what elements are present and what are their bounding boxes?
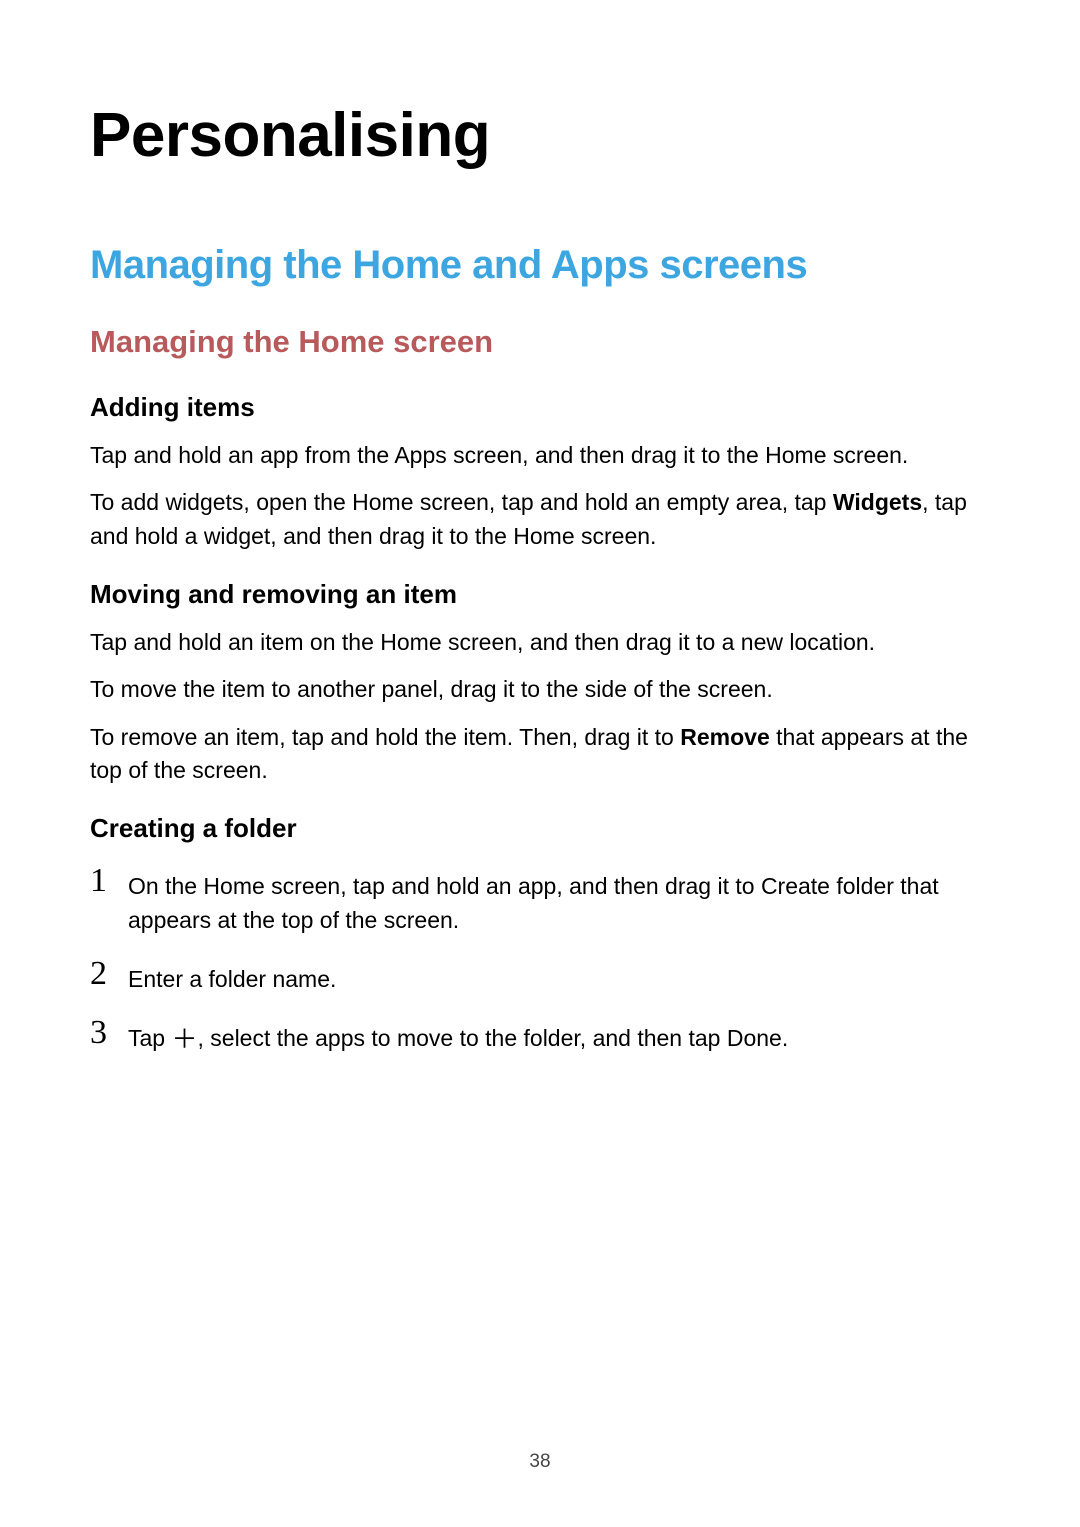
step-2-content: Enter a folder name. (128, 957, 990, 996)
folder-step-2: 2 Enter a folder name. (90, 957, 990, 996)
step-3-a: Tap (128, 1025, 171, 1051)
moving-p3: To remove an item, tap and hold the item… (90, 721, 990, 788)
folder-step-1: 1 On the Home screen, tap and hold an ap… (90, 864, 990, 937)
section-heading: Managing the Home and Apps screens (90, 243, 990, 288)
topic-adding-items-heading: Adding items (90, 392, 990, 423)
folder-step-3: 3 Tap ＋, select the apps to move to the … (90, 1016, 990, 1055)
step-number-3: 3 (90, 1016, 128, 1050)
folder-steps-list: 1 On the Home screen, tap and hold an ap… (90, 864, 990, 1055)
step-1-a: On the Home screen, tap and hold an app,… (128, 873, 761, 899)
adding-items-p1: Tap and hold an app from the Apps screen… (90, 439, 990, 472)
step-1-content: On the Home screen, tap and hold an app,… (128, 864, 990, 937)
page-title: Personalising (90, 100, 990, 171)
topic-moving-heading: Moving and removing an item (90, 579, 990, 610)
step-1-createfolder-bold: Create folder (761, 873, 894, 899)
moving-p2: To move the item to another panel, drag … (90, 673, 990, 706)
moving-p1: Tap and hold an item on the Home screen,… (90, 626, 990, 659)
step-3-content: Tap ＋, select the apps to move to the fo… (128, 1016, 990, 1055)
adding-items-p2-a: To add widgets, open the Home screen, ta… (90, 489, 833, 515)
moving-p3-a: To remove an item, tap and hold the item… (90, 724, 680, 750)
step-number-2: 2 (90, 957, 128, 991)
adding-items-p2: To add widgets, open the Home screen, ta… (90, 486, 990, 553)
step-3-b: , select the apps to move to the folder,… (198, 1025, 727, 1051)
step-number-1: 1 (90, 864, 128, 898)
moving-remove-bold: Remove (680, 724, 769, 750)
subsection-heading: Managing the Home screen (90, 324, 990, 360)
plus-icon: ＋ (171, 1026, 197, 1052)
page-number: 38 (0, 1451, 1080, 1473)
step-3-done-bold: Done (727, 1025, 782, 1051)
adding-items-widgets-bold: Widgets (833, 489, 922, 515)
topic-folder-heading: Creating a folder (90, 813, 990, 844)
step-3-c: . (782, 1025, 788, 1051)
